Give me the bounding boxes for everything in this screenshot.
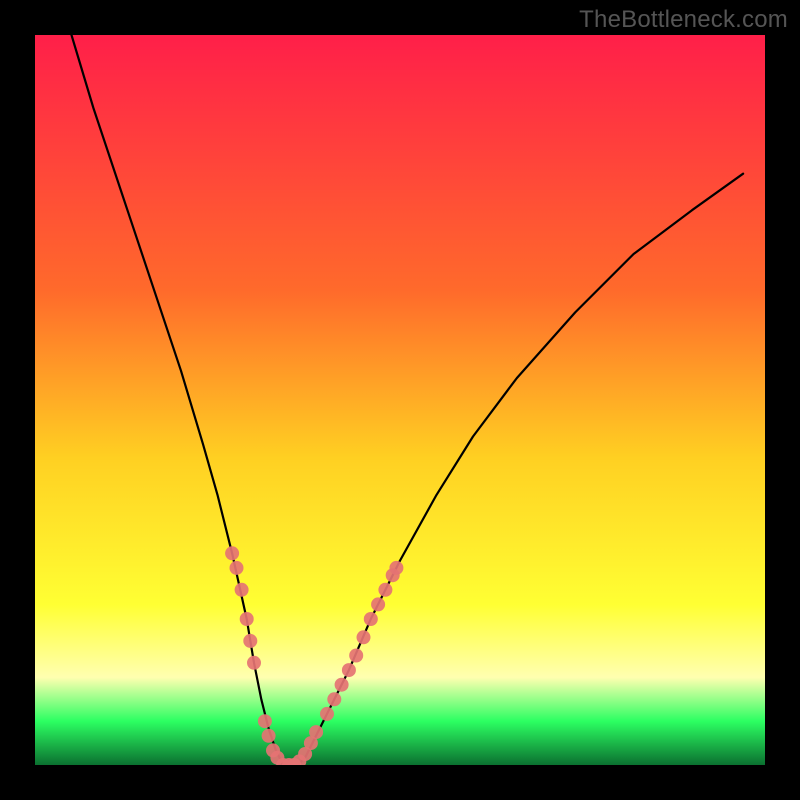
- data-dot: [378, 583, 392, 597]
- data-dot: [258, 714, 272, 728]
- data-dot: [335, 678, 349, 692]
- data-dot: [240, 612, 254, 626]
- data-dot: [225, 546, 239, 560]
- data-dot: [327, 692, 341, 706]
- bottleneck-chart: [35, 35, 765, 765]
- data-dot: [342, 663, 356, 677]
- data-dot: [364, 612, 378, 626]
- data-dot: [235, 583, 249, 597]
- gradient-background: [35, 35, 765, 765]
- data-dot: [371, 597, 385, 611]
- data-dot: [389, 561, 403, 575]
- data-dot: [247, 656, 261, 670]
- watermark-text: TheBottleneck.com: [579, 6, 788, 34]
- data-dot: [357, 630, 371, 644]
- outer-frame: TheBottleneck.com: [0, 0, 800, 800]
- plot-area: [35, 35, 765, 765]
- data-dot: [262, 729, 276, 743]
- data-dot: [243, 634, 257, 648]
- data-dot: [230, 561, 244, 575]
- data-dot: [320, 707, 334, 721]
- data-dot: [349, 649, 363, 663]
- data-dot: [309, 725, 323, 739]
